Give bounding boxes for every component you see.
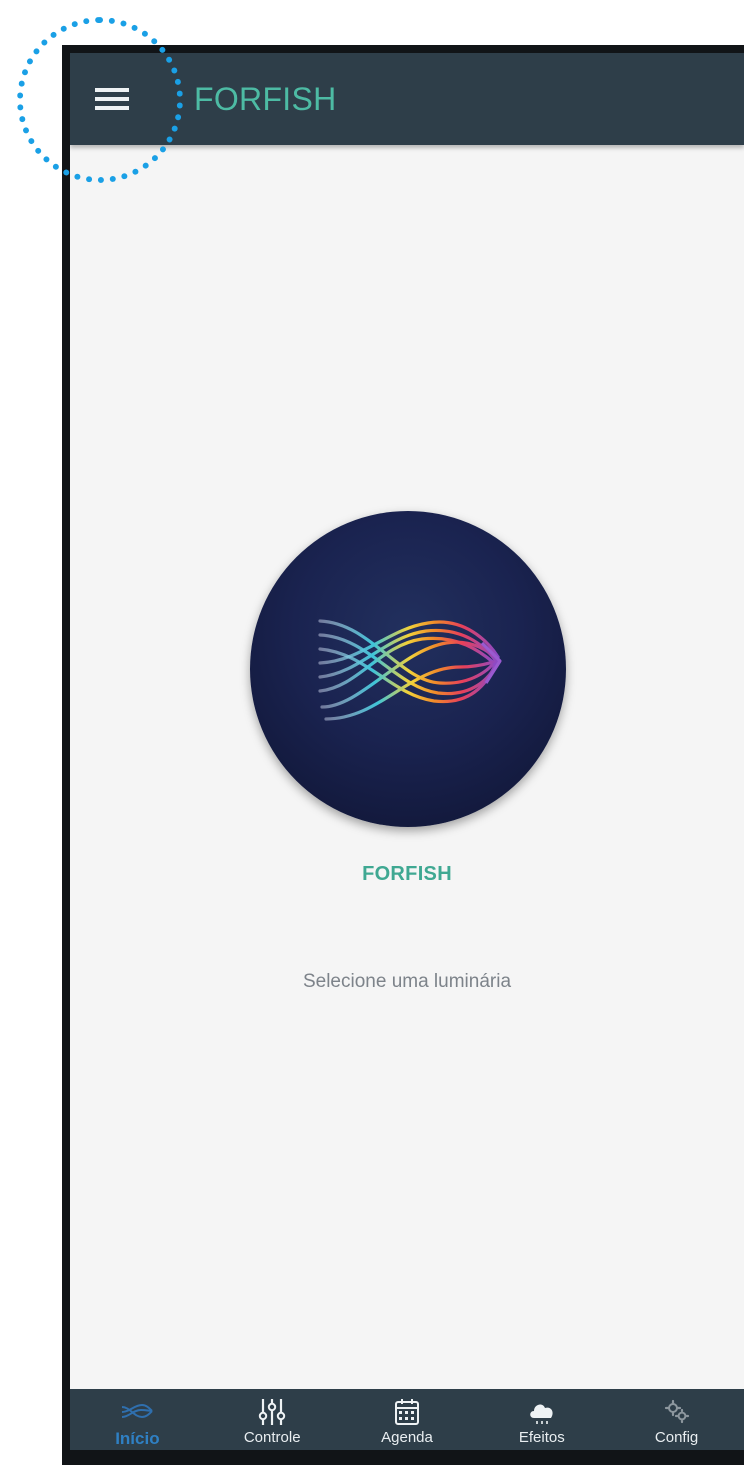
app-screen: FORFISH FORFISH Selecione uma luminária … (70, 53, 744, 1450)
fish-icon (120, 1397, 154, 1427)
cloud-icon (525, 1397, 559, 1427)
nav-item-inicio[interactable]: Início (70, 1389, 205, 1450)
nav-item-config[interactable]: Config (609, 1389, 744, 1450)
sliders-icon (255, 1397, 289, 1427)
brand-name: FORFISH (362, 863, 452, 885)
nav-label-efeitos: Efeitos (518, 1429, 565, 1446)
calendar-icon (390, 1397, 424, 1427)
bottom-navigation: Início Controle Agenda Efeitos Config (70, 1389, 744, 1450)
nav-label-agenda: Agenda (381, 1429, 433, 1446)
nav-item-controle[interactable]: Controle (205, 1389, 340, 1450)
brand-logo (250, 511, 566, 827)
nav-label-controle: Controle (243, 1429, 301, 1446)
nav-item-agenda[interactable]: Agenda (340, 1389, 475, 1450)
forfish-fish-logo-icon (318, 619, 502, 721)
select-luminaire-hint: Selecione uma luminária (302, 971, 512, 992)
app-bar: FORFISH (70, 53, 744, 145)
nav-item-efeitos[interactable]: Efeitos (474, 1389, 609, 1450)
menu-button[interactable] (84, 79, 140, 119)
gears-icon (660, 1397, 694, 1427)
app-title: FORFISH (194, 81, 337, 117)
nav-label-inicio: Início (115, 1429, 160, 1448)
nav-label-config: Config (654, 1429, 699, 1446)
hamburger-menu-icon (95, 88, 129, 110)
